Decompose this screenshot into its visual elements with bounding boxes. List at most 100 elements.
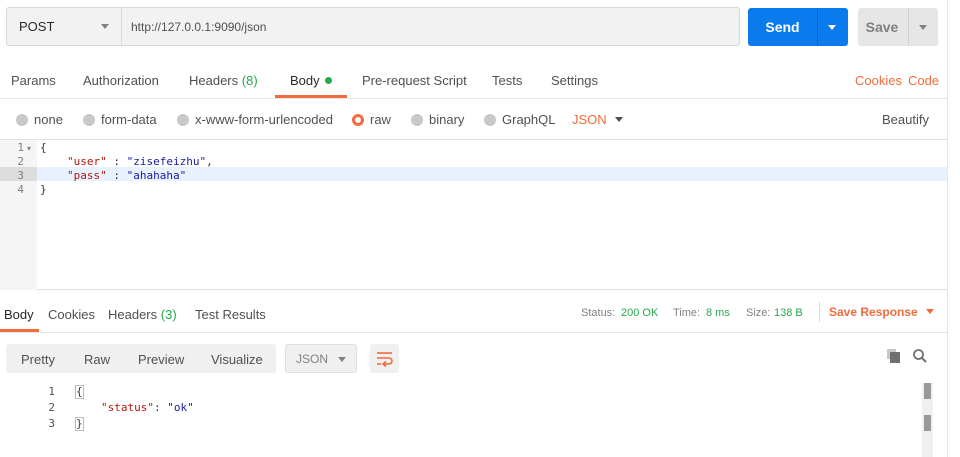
search-icon[interactable]: [912, 348, 928, 364]
line-number: 2: [17, 155, 24, 168]
resp-tab-headers-label: Headers: [108, 307, 158, 322]
copy-icon[interactable]: [886, 348, 902, 364]
scrollbar-marker: [924, 415, 931, 431]
time-label: Time:: [673, 307, 701, 319]
wrap-lines-icon: [377, 352, 393, 368]
resp-line-status: "status": "ok": [101, 401, 194, 414]
json-value: "zisefeizhu": [126, 155, 207, 168]
view-raw[interactable]: Raw: [84, 352, 110, 367]
chevron-down-icon: [101, 24, 109, 29]
resp-close-brace: }: [75, 417, 84, 431]
line-number: 1: [48, 385, 55, 398]
chevron-down-icon: [615, 117, 623, 122]
tab-prerequest-script[interactable]: Pre-request Script: [362, 73, 467, 88]
json-key: "user": [67, 155, 107, 168]
send-label: Send: [765, 19, 800, 35]
radio-raw-label[interactable]: raw: [370, 112, 391, 127]
radio-urlencoded[interactable]: [177, 114, 189, 126]
response-view-toggle: Pretty Raw Preview Visualize: [6, 344, 276, 373]
radio-binary[interactable]: [411, 114, 423, 126]
code-link[interactable]: Code: [908, 73, 939, 88]
radio-none[interactable]: [16, 114, 28, 126]
send-divider: [817, 8, 818, 46]
method-select[interactable]: POST: [6, 7, 122, 46]
code-line-pass: "pass" : "ahahaha": [67, 169, 186, 182]
body-indicator-dot: [324, 77, 332, 84]
json-sep: :: [106, 169, 127, 182]
time-value-text: 8 ms: [706, 307, 730, 319]
tab-settings[interactable]: Settings: [551, 73, 598, 88]
tab-body[interactable]: Body: [290, 73, 332, 88]
tab-authorization[interactable]: Authorization: [83, 73, 159, 88]
response-format-label: JSON: [296, 352, 329, 366]
radio-binary-label[interactable]: binary: [429, 112, 464, 127]
json-value: "ok": [167, 401, 194, 414]
time-value: 8 ms: [706, 307, 730, 319]
body-format-label: JSON: [572, 112, 607, 127]
save-button[interactable]: Save: [858, 8, 938, 46]
body-format-select[interactable]: JSON: [572, 112, 623, 127]
chevron-down-icon: [925, 309, 934, 314]
line-number: 4: [17, 183, 24, 196]
size-value: 138 B: [774, 307, 803, 319]
tab-tests[interactable]: Tests: [492, 73, 522, 88]
radio-graphql-label[interactable]: GraphQL: [502, 112, 555, 127]
code-line-user: "user" : "zisefeizhu",: [67, 155, 213, 168]
fold-arrow-icon[interactable]: ▾: [27, 144, 31, 153]
size-value-text: 138 B: [774, 307, 803, 319]
resp-tab-headers[interactable]: Headers (3): [108, 307, 177, 322]
status-divider: [819, 302, 820, 322]
radio-graphql[interactable]: [484, 114, 496, 126]
save-label: Save: [865, 19, 899, 35]
json-sep: :: [106, 155, 127, 168]
scrollbar-thumb[interactable]: [924, 383, 931, 399]
save-response-label: Save Response: [829, 305, 918, 319]
view-preview[interactable]: Preview: [138, 352, 184, 367]
chevron-down-icon: [338, 357, 346, 362]
tab-headers[interactable]: Headers (8): [189, 73, 258, 88]
url-input[interactable]: http://127.0.0.1:9090/json: [122, 7, 740, 46]
send-button[interactable]: Send: [748, 8, 848, 46]
radio-raw[interactable]: [352, 114, 364, 126]
view-pretty[interactable]: Pretty: [21, 352, 55, 367]
radio-urlencoded-label[interactable]: x-www-form-urlencoded: [195, 112, 333, 127]
radio-none-label[interactable]: none: [34, 112, 63, 127]
json-key: "pass": [67, 169, 107, 182]
json-comma: ,: [206, 155, 213, 168]
tab-params[interactable]: Params: [11, 73, 56, 88]
save-response-button[interactable]: Save Response: [829, 305, 934, 319]
cookies-link[interactable]: Cookies: [855, 73, 902, 88]
radio-form-data-label[interactable]: form-data: [101, 112, 157, 127]
url-text: http://127.0.0.1:9090/json: [131, 19, 267, 34]
line-number: 3: [48, 417, 55, 430]
status-label: Status:: [581, 307, 616, 319]
divider: [0, 98, 948, 99]
wrap-lines-button[interactable]: [370, 344, 399, 373]
chevron-down-icon[interactable]: [919, 25, 927, 30]
status-value: 200 OK: [621, 307, 658, 319]
resp-open-brace: {: [75, 385, 84, 399]
line-number: 3: [17, 169, 24, 182]
resp-tab-test-results[interactable]: Test Results: [195, 307, 266, 322]
code-close-brace: }: [40, 183, 47, 196]
panel-edge: [947, 0, 948, 457]
code-open-brace: {: [40, 141, 47, 154]
save-divider: [908, 8, 909, 46]
view-visualize[interactable]: Visualize: [211, 352, 263, 367]
headers-count: (8): [241, 73, 258, 88]
line-number: 2: [48, 401, 55, 414]
resp-headers-count: (3): [160, 307, 177, 322]
tab-body-label: Body: [290, 73, 320, 88]
chevron-down-icon[interactable]: [828, 25, 836, 30]
status-value-text: 200 OK: [621, 307, 659, 319]
resp-tab-body[interactable]: Body: [4, 307, 34, 322]
resp-tab-cookies[interactable]: Cookies: [48, 307, 95, 322]
response-format-select[interactable]: JSON: [285, 344, 357, 373]
size-label: Size:: [746, 307, 771, 319]
radio-form-data[interactable]: [83, 114, 95, 126]
beautify-link[interactable]: Beautify: [882, 112, 929, 127]
json-sep: :: [153, 401, 168, 414]
tab-headers-label: Headers: [189, 73, 239, 88]
method-label: POST: [19, 19, 55, 34]
divider: [0, 332, 948, 333]
